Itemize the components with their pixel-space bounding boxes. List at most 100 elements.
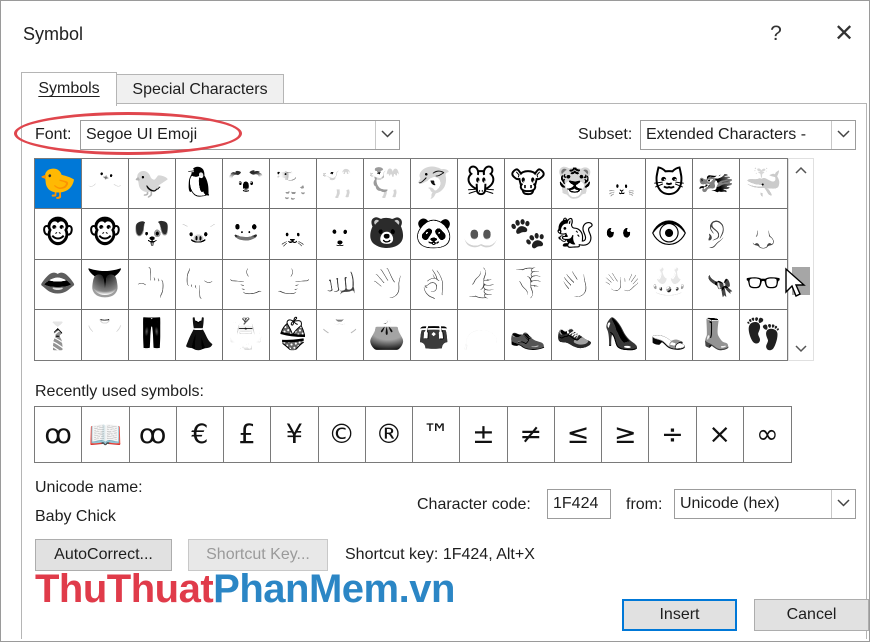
recent-symbols-row[interactable]: ꝏ 📖 ꝏ € £ ¥ © ® ™ ± ≠ ≤ ≥ ÷ × ∞ [34, 406, 792, 463]
chevron-down-icon[interactable] [831, 121, 855, 149]
recent-symbol-cell[interactable]: ≤ [555, 407, 602, 462]
symbol-cell[interactable]: 👄 [35, 259, 82, 310]
symbol-cell[interactable]: 👛 [364, 309, 411, 360]
symbol-cell[interactable]: 🐪 [317, 159, 364, 210]
symbol-cell[interactable]: 🐻 [364, 209, 411, 260]
recent-symbol-cell[interactable]: ÷ [649, 407, 697, 462]
symbol-cell[interactable]: 🐬 [411, 159, 458, 210]
symbol-cell[interactable]: 👇 [176, 259, 223, 310]
symbol-cell[interactable]: 👕 [82, 309, 129, 360]
symbol-cell[interactable]: 👚 [317, 309, 364, 360]
scroll-down-icon[interactable] [789, 336, 813, 360]
character-code-input[interactable]: 1F424 [547, 489, 611, 519]
symbol-cell[interactable]: 👍 [458, 259, 505, 310]
symbol-cell[interactable]: 🐲 [693, 159, 740, 210]
recent-symbols-label: Recently used symbols: [35, 383, 204, 400]
symbol-cell[interactable]: 👂 [693, 209, 740, 260]
symbol-cell[interactable]: 🐮 [505, 159, 552, 210]
symbol-cell[interactable]: 🐽 [458, 209, 505, 260]
from-dropdown[interactable]: Unicode (hex) [674, 489, 856, 519]
symbol-cell[interactable]: 👘 [223, 309, 270, 360]
recent-symbol-cell[interactable]: ꝏ [130, 407, 177, 462]
symbol-cell[interactable]: 👜 [411, 309, 458, 360]
tab-symbols[interactable]: Symbols [21, 72, 117, 106]
symbol-cell[interactable]: 👋 [364, 259, 411, 310]
symbol-cell[interactable]: 👖 [129, 309, 176, 360]
symbol-cell[interactable]: 👢 [693, 309, 740, 360]
symbol-cell[interactable]: 🐹 [270, 209, 317, 260]
symbol-cell[interactable]: 👅 [82, 259, 129, 310]
symbol-cell[interactable]: 🐭 [458, 159, 505, 210]
symbol-cell[interactable]: 🐿 [552, 209, 599, 260]
symbol-cell[interactable]: 🐼 [411, 209, 458, 260]
symbol-cell[interactable]: 🐦 [129, 159, 176, 210]
symbol-cell[interactable]: 🐵 [82, 209, 129, 260]
symbol-cell[interactable]: 👓 [740, 260, 787, 310]
tab-special-characters[interactable]: Special Characters [116, 74, 284, 104]
symbol-cell[interactable]: 👁 [646, 209, 693, 260]
recent-symbol-cell[interactable]: £ [224, 407, 272, 462]
from-label: from: [626, 496, 663, 513]
symbol-cell[interactable]: 🐣 [82, 159, 129, 210]
symbol-cell[interactable]: 🐨 [223, 159, 270, 210]
symbol-cell[interactable]: 👡 [646, 309, 693, 360]
symbol-cell[interactable]: 👗 [176, 309, 223, 360]
recent-symbol-cell[interactable]: × [697, 407, 744, 462]
symbol-cell[interactable]: 👆 [129, 259, 176, 310]
recent-symbol-cell[interactable]: © [319, 407, 366, 462]
symbol-cell[interactable]: 👃 [740, 209, 787, 260]
chevron-down-icon[interactable] [375, 121, 399, 149]
symbol-cell[interactable]: 👙 [270, 309, 317, 360]
subset-dropdown[interactable]: Extended Characters - [640, 120, 856, 150]
recent-symbol-cell[interactable]: ® [366, 407, 413, 462]
symbol-cell[interactable]: 👏 [552, 259, 599, 310]
symbol-cell[interactable]: 👊 [317, 259, 364, 310]
symbol-cell[interactable]: 🐵 [35, 209, 82, 260]
symbol-cell[interactable]: 👒 [693, 259, 740, 310]
symbol-cell[interactable]: 👠 [599, 309, 646, 360]
recent-symbol-cell[interactable]: 📖 [82, 407, 130, 462]
symbol-cell[interactable]: 👀 [599, 209, 646, 260]
symbol-cell[interactable]: 🐫 [364, 159, 411, 210]
symbol-cell[interactable]: 🐺 [317, 209, 364, 260]
recent-symbol-cell[interactable]: ≠ [508, 407, 555, 462]
chevron-down-icon[interactable] [831, 490, 855, 518]
recent-symbol-cell[interactable]: ¥ [271, 407, 319, 462]
recent-symbol-cell[interactable]: ∞ [744, 407, 791, 462]
symbol-cell[interactable]: 🐱 [646, 159, 693, 210]
symbol-cell[interactable]: 🐤 [35, 159, 82, 210]
recent-symbol-cell[interactable]: ™ [413, 407, 461, 462]
insert-button[interactable]: Insert [622, 599, 737, 631]
symbol-cell[interactable]: 👐 [599, 259, 646, 310]
cancel-button[interactable]: Cancel [754, 599, 869, 631]
font-dropdown[interactable]: Segoe UI Emoji [80, 120, 400, 150]
symbol-cell[interactable]: 🐧 [176, 159, 223, 210]
symbol-cell[interactable]: 🐷 [176, 209, 223, 260]
recent-symbol-cell[interactable]: ± [460, 407, 508, 462]
symbol-cell[interactable]: 👉 [270, 259, 317, 310]
symbol-cell[interactable]: 🐸 [223, 209, 270, 260]
close-icon[interactable]: ✕ [827, 19, 861, 49]
recent-symbol-cell[interactable]: € [177, 407, 224, 462]
symbol-cell[interactable]: 👈 [223, 259, 270, 310]
symbol-cell[interactable]: 🐰 [599, 159, 646, 210]
symbol-cell[interactable]: 🐾 [505, 209, 552, 260]
help-button[interactable]: ? [761, 19, 791, 49]
symbol-grid[interactable]: 🐤 🐣 🐦 🐧 🐨 🐩 🐪 🐫 🐬 🐭 🐮 🐯 🐰 🐱 🐲 🐳 🐵 🐵 🐶 🐷 🐸 🐹 🐺 🐻 🐼 🐽 🐾 🐿 👀 👁 👂 👃 👄 👅 👆 👇 👈 👉 👊 👋… [34, 158, 788, 361]
symbol-cell[interactable]: 🐳 [740, 159, 787, 210]
symbol-cell[interactable]: 👌 [411, 259, 458, 310]
symbol-cell[interactable]: 🐯 [552, 159, 599, 210]
symbol-cell[interactable]: 👝 [458, 309, 505, 360]
symbol-cell[interactable]: 👎 [505, 259, 552, 310]
recent-symbol-cell[interactable]: ꝏ [35, 407, 83, 462]
symbol-grid-scrollbar[interactable] [788, 158, 814, 361]
scroll-up-icon[interactable] [789, 159, 813, 183]
symbol-cell[interactable]: 👞 [505, 309, 552, 360]
symbol-cell[interactable]: 👣 [740, 310, 787, 360]
symbol-cell[interactable]: 🐶 [129, 209, 176, 260]
symbol-cell[interactable]: 🐩 [270, 159, 317, 210]
symbol-cell[interactable]: 👑 [646, 259, 693, 310]
symbol-cell[interactable]: 👟 [552, 309, 599, 360]
recent-symbol-cell[interactable]: ≥ [602, 407, 650, 462]
symbol-cell[interactable]: 👔 [35, 309, 82, 360]
